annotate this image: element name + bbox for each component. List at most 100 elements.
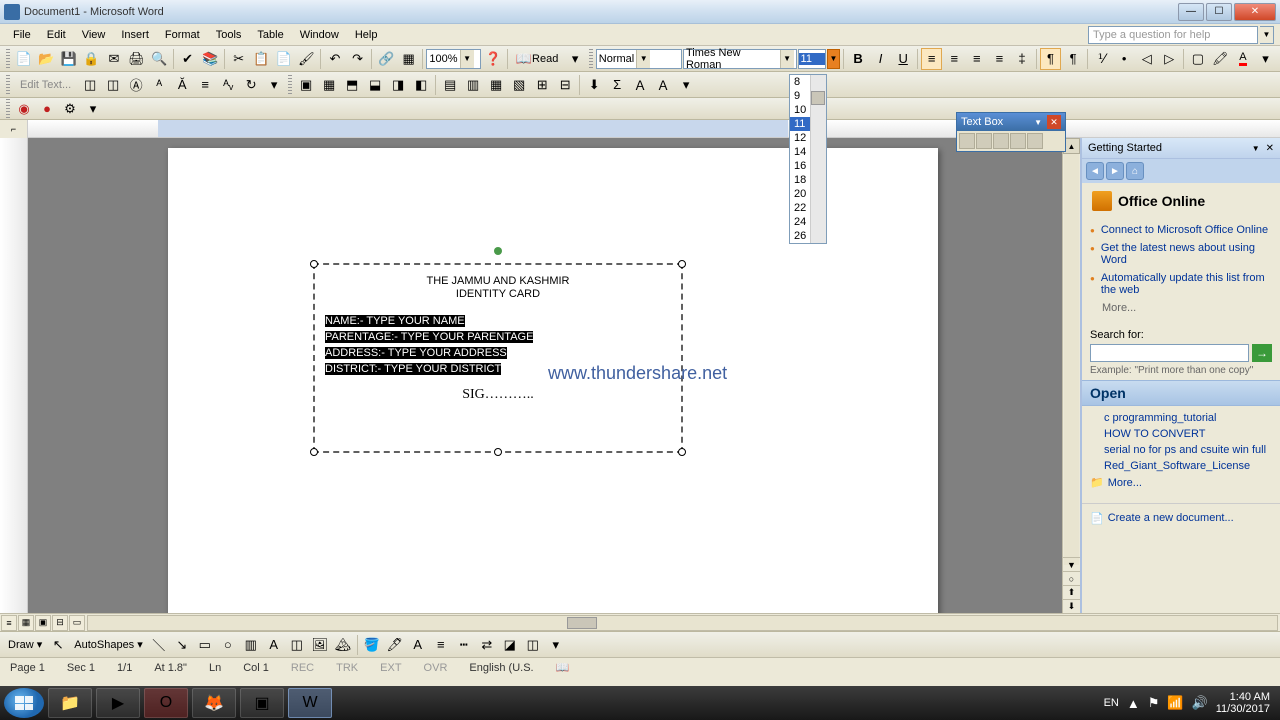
tray-network-icon[interactable]: 📶	[1167, 695, 1183, 711]
tb3-icon-26[interactable]: ▾	[675, 74, 697, 96]
tb3-icon-10[interactable]: ▣	[295, 74, 317, 96]
status-rec[interactable]: REC	[287, 662, 318, 674]
taskbar-explorer[interactable]: 📁	[48, 688, 92, 718]
resize-handle-nw[interactable]	[310, 260, 318, 268]
font-size-dropdown-button[interactable]: ▼	[827, 49, 841, 69]
tb3-icon-23[interactable]: Σ	[606, 74, 628, 96]
nav-back-icon[interactable]: ◄	[1086, 162, 1104, 180]
hyperlink-icon[interactable]: 🔗	[375, 48, 397, 70]
open-more[interactable]: More...	[1090, 474, 1272, 491]
menu-window[interactable]: Window	[293, 27, 346, 43]
horizontal-scrollbar[interactable]	[87, 615, 1278, 631]
create-new-doc[interactable]: Create a new document...	[1090, 512, 1272, 525]
oval-icon[interactable]: ○	[217, 634, 239, 656]
align-left-icon[interactable]: ≡	[921, 48, 943, 70]
arrow-icon[interactable]: ↘	[171, 634, 193, 656]
font-size-combo[interactable]: 11	[798, 49, 826, 69]
print-view-icon[interactable]: ▣	[35, 615, 51, 631]
menu-help[interactable]: Help	[348, 27, 385, 43]
bold-button[interactable]: B	[847, 48, 869, 70]
tb3-icon-2[interactable]: ◫	[102, 74, 124, 96]
tb4-options[interactable]: ▾	[82, 98, 104, 120]
research-icon[interactable]: 📚	[199, 48, 221, 70]
italic-button[interactable]: I	[870, 48, 892, 70]
toolbar-grip-3[interactable]	[6, 75, 10, 95]
break-link-icon[interactable]	[976, 133, 992, 149]
justify-icon[interactable]: ≡	[989, 48, 1011, 70]
reading-view-icon[interactable]: ▭	[69, 615, 85, 631]
tb3-icon-16[interactable]: ▤	[439, 74, 461, 96]
prev-textbox-icon[interactable]	[993, 133, 1009, 149]
toolbar-options-2-icon[interactable]: ▾	[1255, 48, 1277, 70]
nav-fwd-icon[interactable]: ►	[1106, 162, 1124, 180]
save-icon[interactable]: 💾	[58, 48, 80, 70]
status-lang[interactable]: English (U.S.	[465, 662, 537, 674]
cut-icon[interactable]: ✂	[228, 48, 250, 70]
taskpane-dropdown[interactable]: ▼	[1252, 144, 1260, 153]
dash-style-icon[interactable]: ┅	[453, 634, 475, 656]
line-icon[interactable]: ＼	[148, 634, 170, 656]
dropdown-scrollbar[interactable]	[810, 75, 826, 243]
pdf-icon[interactable]: ◉	[13, 98, 35, 120]
close-button[interactable]: ✕	[1234, 3, 1276, 21]
style-combo[interactable]: Normal▼	[596, 49, 682, 69]
tb3-icon-12[interactable]: ⬒	[341, 74, 363, 96]
rectangle-icon[interactable]: ▭	[194, 634, 216, 656]
line-spacing-icon[interactable]: ‡	[1011, 48, 1033, 70]
tb3-icon-4[interactable]: ᴬ	[148, 74, 170, 96]
menu-edit[interactable]: Edit	[40, 27, 73, 43]
open-item[interactable]: HOW TO CONVERT	[1090, 426, 1272, 442]
tb3-icon-14[interactable]: ◨	[387, 74, 409, 96]
textbox-floating-toolbar[interactable]: Text Box ▼ ✕	[956, 112, 1066, 152]
align-center-icon[interactable]: ≡	[943, 48, 965, 70]
scroll-down-icon[interactable]: ▼	[1063, 557, 1080, 571]
taskpane-close[interactable]: ✕	[1266, 143, 1274, 154]
resize-handle-sw[interactable]	[310, 448, 318, 456]
tray-clock[interactable]: 1:40 AM 11/30/2017	[1216, 691, 1270, 715]
numbering-icon[interactable]: ⅟	[1091, 48, 1113, 70]
taskbar-app1[interactable]: ▣	[240, 688, 284, 718]
horizontal-ruler[interactable]	[28, 120, 1280, 137]
tb3-icon-11[interactable]: ▦	[318, 74, 340, 96]
toolbar-grip-4[interactable]	[288, 75, 292, 95]
float-title[interactable]: Text Box ▼ ✕	[957, 113, 1065, 131]
diagram-icon[interactable]: ◫	[286, 634, 308, 656]
paste-icon[interactable]: 📄	[273, 48, 295, 70]
menu-table[interactable]: Table	[250, 27, 290, 43]
link-more[interactable]: More...	[1090, 299, 1272, 317]
toolbar-grip-2[interactable]	[589, 49, 593, 69]
tb3-icon-24[interactable]: Ａ	[629, 74, 651, 96]
tb3-icon-15[interactable]: ◧	[410, 74, 432, 96]
status-trk[interactable]: TRK	[332, 662, 362, 674]
zoom-combo[interactable]: 100%▼	[426, 49, 481, 69]
menu-insert[interactable]: Insert	[114, 27, 156, 43]
start-button[interactable]	[4, 688, 44, 718]
fill-color-icon[interactable]: 🪣	[361, 634, 383, 656]
select-icon[interactable]: ↖	[47, 634, 69, 656]
read-button[interactable]: 📖 Read	[511, 48, 563, 70]
spell-icon[interactable]: ✔	[177, 48, 199, 70]
nav-home-icon[interactable]: ⌂	[1126, 162, 1144, 180]
rtl-icon[interactable]: ¶	[1062, 48, 1084, 70]
menu-format[interactable]: Format	[158, 27, 207, 43]
link-news[interactable]: Get the latest news about using Word	[1090, 239, 1272, 269]
tb3-icon-7[interactable]: ᴬᵥ	[217, 74, 239, 96]
textbox-icon[interactable]: ▥	[240, 634, 262, 656]
search-go-button[interactable]: →	[1252, 344, 1272, 362]
vertical-ruler[interactable]	[0, 138, 28, 613]
dec-indent-icon[interactable]: ◁	[1136, 48, 1158, 70]
draw-options[interactable]: ▾	[545, 634, 567, 656]
resize-handle-s[interactable]	[494, 448, 502, 456]
line-style-icon[interactable]: ≡	[430, 634, 452, 656]
picture-icon[interactable]: 🏔	[332, 634, 354, 656]
open-icon[interactable]: 📂	[35, 48, 57, 70]
tb3-icon-19[interactable]: ▧	[508, 74, 530, 96]
open-item[interactable]: c programming_tutorial	[1090, 410, 1272, 426]
font-combo[interactable]: Times New Roman▼	[683, 49, 797, 69]
toolbar-options-icon[interactable]: ▾	[564, 48, 586, 70]
edit-text-button[interactable]: Edit Text...	[13, 74, 78, 96]
open-item[interactable]: serial no for ps and csuite win full	[1090, 442, 1272, 458]
tb3-icon-8[interactable]: ↻	[240, 74, 262, 96]
minimize-button[interactable]: —	[1178, 3, 1204, 21]
ltr-icon[interactable]: ¶	[1040, 48, 1062, 70]
